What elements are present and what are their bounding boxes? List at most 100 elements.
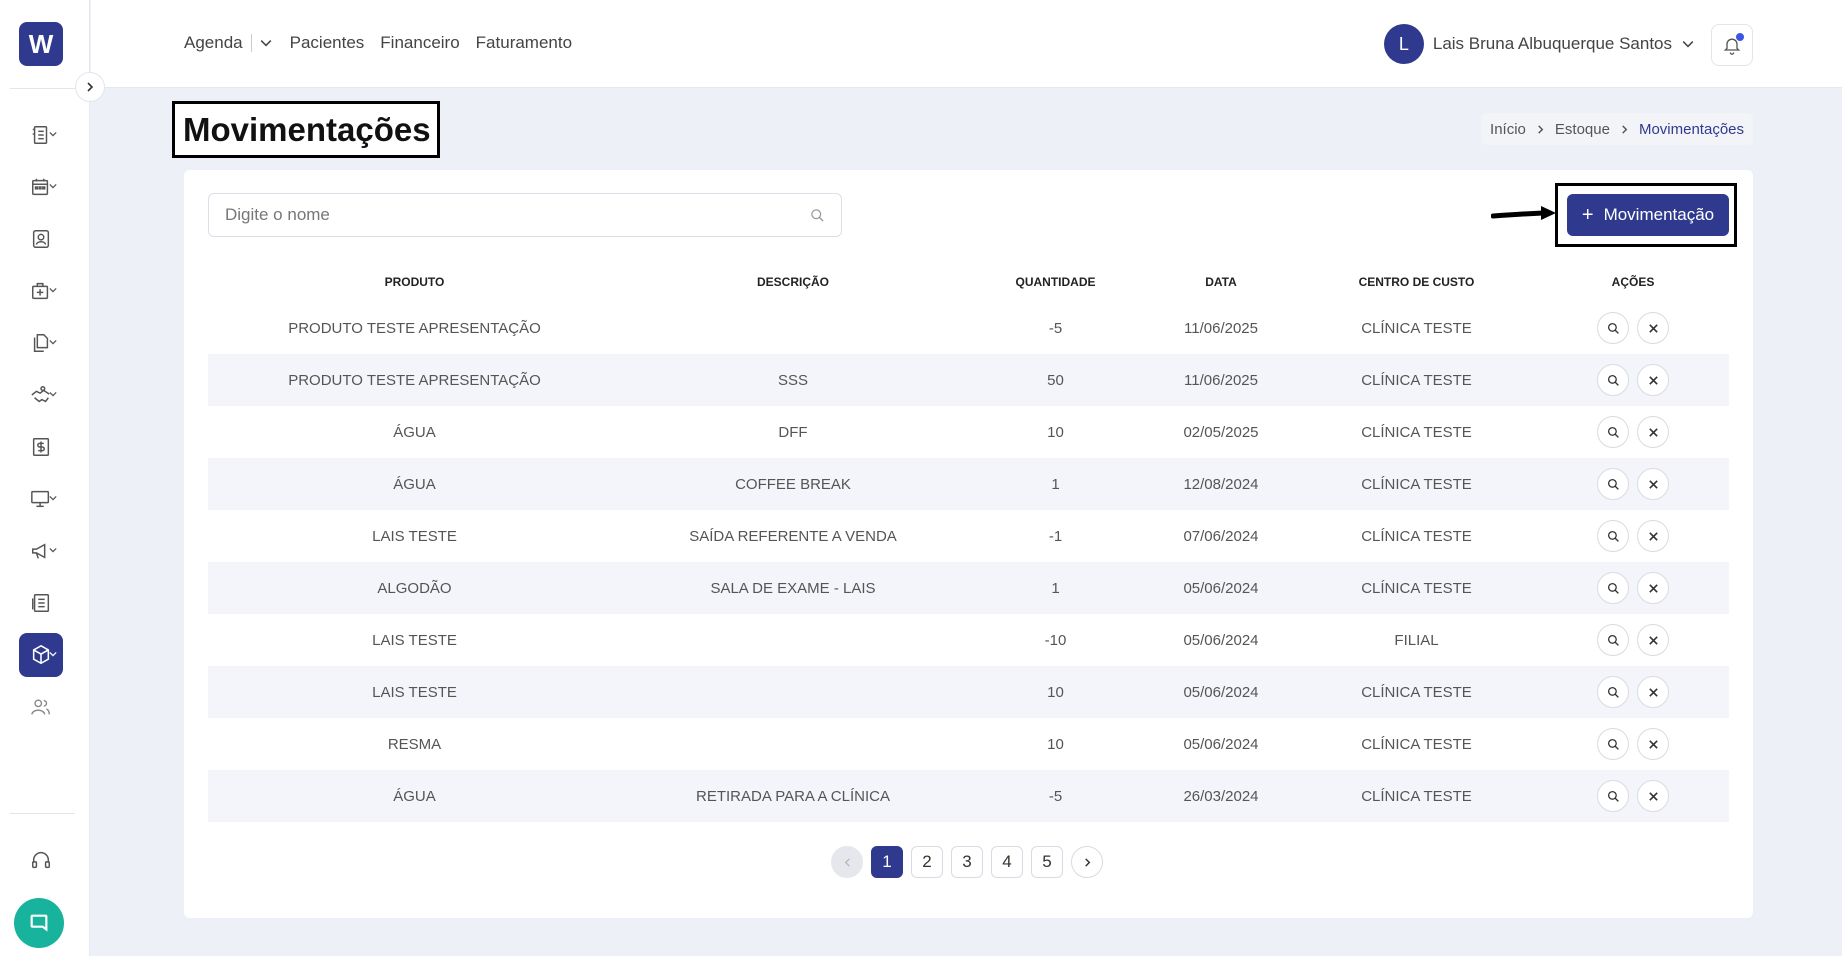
cell-descricao: COFFEE BREAK bbox=[735, 475, 851, 493]
cell-quantidade: -5 bbox=[1048, 319, 1063, 337]
page-button-1[interactable]: 1 bbox=[871, 846, 903, 878]
logo-letter: W bbox=[28, 28, 54, 59]
view-button[interactable] bbox=[1597, 416, 1629, 448]
add-movement-label: Movimentação bbox=[1603, 205, 1715, 224]
search-icon bbox=[1607, 582, 1619, 594]
view-button[interactable] bbox=[1597, 624, 1629, 656]
close-icon bbox=[1648, 583, 1658, 593]
cell-quantidade: 1 bbox=[1051, 579, 1060, 597]
cell-produto: ÁGUA bbox=[393, 787, 436, 805]
page-button-2[interactable]: 2 bbox=[911, 846, 943, 878]
nav-faturamento[interactable]: Faturamento bbox=[476, 33, 572, 53]
cell-data: 05/06/2024 bbox=[1183, 683, 1259, 701]
chat-button[interactable] bbox=[14, 898, 64, 948]
chevron-right-icon bbox=[1536, 124, 1545, 134]
nav-financeiro[interactable]: Financeiro bbox=[380, 33, 459, 53]
sidebar-item-agreements[interactable] bbox=[19, 373, 63, 417]
user-menu[interactable]: L Lais Bruna Albuquerque Santos bbox=[1383, 24, 1694, 64]
view-button[interactable] bbox=[1597, 468, 1629, 500]
view-button[interactable] bbox=[1597, 364, 1629, 396]
chevron-down-icon bbox=[49, 183, 57, 189]
sidebar-item-support[interactable] bbox=[19, 838, 63, 882]
nav-divider bbox=[250, 34, 252, 52]
page-button-5[interactable]: 5 bbox=[1031, 846, 1063, 878]
sidebar-item-monitor[interactable] bbox=[19, 477, 63, 521]
table-row: LAIS TESTE -10 05/06/2024 FILIAL bbox=[208, 614, 1729, 666]
search-icon bbox=[1607, 790, 1619, 802]
view-button[interactable] bbox=[1597, 780, 1629, 812]
cell-centro-custo: CLÍNICA TESTE bbox=[1361, 319, 1472, 337]
nav-agenda-dropdown[interactable] bbox=[260, 37, 272, 49]
breadcrumb-stock[interactable]: Estoque bbox=[1555, 121, 1610, 138]
delete-button[interactable] bbox=[1637, 728, 1669, 760]
delete-button[interactable] bbox=[1637, 572, 1669, 604]
sidebar-item-patients[interactable] bbox=[19, 217, 63, 261]
cell-centro-custo: CLÍNICA TESTE bbox=[1361, 579, 1472, 597]
view-button[interactable] bbox=[1597, 520, 1629, 552]
delete-button[interactable] bbox=[1637, 312, 1669, 344]
breadcrumb: Início Estoque Movimentações bbox=[1481, 113, 1753, 145]
cell-produto: ÁGUA bbox=[393, 423, 436, 441]
table-row: ÁGUA RETIRADA PARA A CLÍNICA -5 26/03/2024 C… bbox=[208, 770, 1729, 822]
sidebar-toggle-button[interactable] bbox=[75, 72, 105, 102]
chat-icon bbox=[30, 914, 48, 932]
previous-page-button[interactable] bbox=[831, 846, 863, 878]
chevron-right-icon bbox=[1620, 124, 1629, 134]
view-button[interactable] bbox=[1597, 728, 1629, 760]
nav-agenda[interactable]: Agenda bbox=[184, 33, 243, 53]
row-actions bbox=[1537, 416, 1729, 448]
sidebar-item-calendar[interactable] bbox=[19, 165, 63, 209]
cell-centro-custo: CLÍNICA TESTE bbox=[1361, 527, 1472, 545]
delete-button[interactable] bbox=[1637, 520, 1669, 552]
cell-descricao: SALA DE EXAME - LAIS bbox=[710, 579, 876, 597]
cell-produto: PRODUTO TESTE APRESENTAÇÃO bbox=[288, 371, 541, 389]
chevron-down-icon bbox=[49, 651, 57, 657]
sidebar-item-marketing[interactable] bbox=[19, 529, 63, 573]
add-movement-button[interactable]: + Movimentação bbox=[1567, 194, 1729, 236]
chevron-down-icon bbox=[260, 40, 271, 47]
delete-button[interactable] bbox=[1637, 780, 1669, 812]
row-actions bbox=[1537, 468, 1729, 500]
cell-data: 12/08/2024 bbox=[1183, 475, 1259, 493]
sidebar-item-stock[interactable] bbox=[19, 633, 63, 677]
nav-pacientes[interactable]: Pacientes bbox=[290, 33, 365, 53]
search-input[interactable] bbox=[225, 205, 810, 225]
close-icon bbox=[1648, 739, 1658, 749]
sidebar-item-documents[interactable] bbox=[19, 321, 63, 365]
delete-button[interactable] bbox=[1637, 676, 1669, 708]
row-actions bbox=[1537, 312, 1729, 344]
cell-quantidade: 1 bbox=[1051, 475, 1060, 493]
notification-dot bbox=[1736, 33, 1744, 41]
page-button-4[interactable]: 4 bbox=[991, 846, 1023, 878]
chevron-left-icon bbox=[844, 857, 850, 867]
delete-button[interactable] bbox=[1637, 364, 1669, 396]
close-icon bbox=[1648, 375, 1658, 385]
app-logo[interactable]: W bbox=[19, 22, 63, 66]
search-icon bbox=[1607, 322, 1619, 334]
cell-produto: ALGODÃO bbox=[377, 579, 452, 597]
delete-button[interactable] bbox=[1637, 468, 1669, 500]
page-button-3[interactable]: 3 bbox=[951, 846, 983, 878]
search-icon bbox=[1607, 478, 1619, 490]
delete-button[interactable] bbox=[1637, 416, 1669, 448]
cell-data: 05/06/2024 bbox=[1183, 631, 1259, 649]
view-button[interactable] bbox=[1597, 312, 1629, 344]
next-page-button[interactable] bbox=[1071, 846, 1103, 878]
column-header-produto: PRODUTO bbox=[384, 275, 445, 289]
delete-button[interactable] bbox=[1637, 624, 1669, 656]
sidebar-item-records[interactable] bbox=[19, 113, 63, 157]
sidebar-item-reports[interactable] bbox=[19, 581, 63, 625]
chevron-down-icon bbox=[49, 547, 57, 553]
cell-data: 07/06/2024 bbox=[1183, 527, 1259, 545]
close-icon bbox=[1648, 479, 1658, 489]
sidebar-divider bbox=[10, 813, 75, 814]
sidebar-item-users[interactable] bbox=[19, 685, 63, 729]
view-button[interactable] bbox=[1597, 572, 1629, 604]
table-row: PRODUTO TESTE APRESENTAÇÃO -5 11/06/2025 CL… bbox=[208, 302, 1729, 354]
sidebar-item-financial[interactable] bbox=[19, 425, 63, 469]
notifications-button[interactable] bbox=[1711, 24, 1753, 66]
breadcrumb-home[interactable]: Início bbox=[1490, 121, 1526, 138]
sidebar-item-medical[interactable] bbox=[19, 269, 63, 313]
view-button[interactable] bbox=[1597, 676, 1629, 708]
row-actions bbox=[1537, 520, 1729, 552]
